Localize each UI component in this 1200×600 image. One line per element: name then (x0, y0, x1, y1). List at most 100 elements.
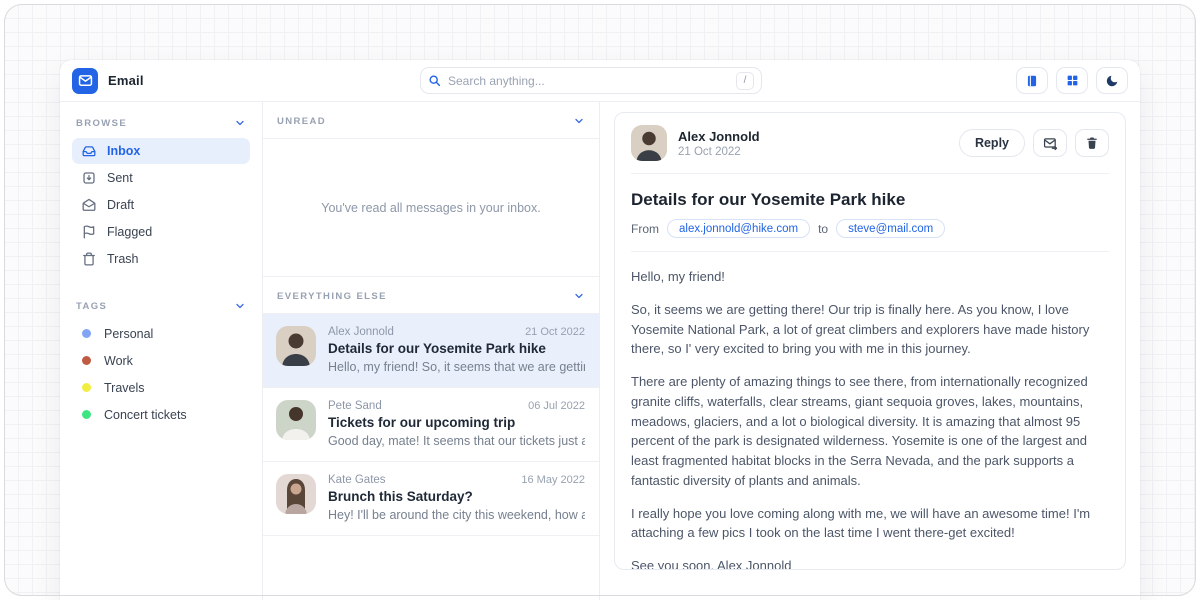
topbar-actions (1016, 67, 1128, 94)
search-icon (428, 74, 441, 87)
detail-header: Alex Jonnold 21 Oct 2022 Reply (631, 125, 1109, 173)
email-app-window: Email Search anything... / (60, 60, 1140, 600)
email-preview: Good day, mate! It seems that our ticket… (328, 434, 585, 448)
to-email-pill[interactable]: steve@mail.com (836, 219, 945, 238)
unread-section-header: UNREAD (263, 102, 599, 139)
everything-else-section-header: EVERYTHING ELSE (263, 276, 599, 314)
email-subject: Brunch this Saturday? (328, 489, 585, 504)
tag-item-personal[interactable]: Personal (72, 320, 250, 347)
to-label: to (818, 222, 828, 236)
sidebar-item-label: Trash (107, 252, 139, 266)
email-date: 06 Jul 2022 (528, 400, 585, 412)
chevron-down-icon[interactable] (573, 115, 585, 127)
detail-date: 21 Oct 2022 (678, 146, 760, 158)
from-label: From (631, 222, 659, 236)
book-icon (1025, 74, 1039, 88)
chevron-down-icon[interactable] (234, 117, 246, 129)
email-preview: Hello, my friend! So, it seems that we a… (328, 360, 585, 374)
sidebar-item-inbox[interactable]: Inbox (72, 138, 250, 164)
sidebar-item-flagged[interactable]: Flagged (72, 219, 250, 245)
trash-icon (1085, 136, 1099, 150)
envelope-forward-icon (1043, 136, 1058, 151)
detail-sender-name: Alex Jonnold (678, 129, 760, 144)
tag-color-dot (82, 329, 91, 338)
sidebar: BROWSE Inbox Sent Draft Flagged (60, 102, 262, 600)
avatar (631, 125, 667, 161)
detail-sender-block: Alex Jonnold 21 Oct 2022 (678, 129, 760, 158)
email-summary: Kate Gates 16 May 2022 Brunch this Satur… (328, 474, 585, 522)
dark-mode-button[interactable] (1096, 67, 1128, 94)
inbox-icon (82, 144, 96, 158)
trash-icon (82, 252, 96, 266)
email-subject: Details for our Yosemite Park hike (328, 341, 585, 356)
email-sender: Alex Jonnold (328, 326, 394, 338)
email-date: 16 May 2022 (521, 474, 585, 486)
everything-else-label: EVERYTHING ELSE (277, 291, 387, 302)
email-summary: Alex Jonnold 21 Oct 2022 Details for our… (328, 326, 585, 374)
email-preview: Hey! I'll be around the city this weeken… (328, 508, 585, 522)
body-paragraph: So, it seems we are getting there! Our t… (631, 300, 1109, 359)
body-paragraph: I really hope you love coming along with… (631, 504, 1109, 544)
detail-subject: Details for our Yosemite Park hike (631, 190, 1109, 210)
apps-grid-button[interactable] (1056, 67, 1088, 94)
flag-icon (82, 225, 96, 239)
browse-section-header: BROWSE (72, 115, 250, 137)
tag-label: Personal (104, 327, 153, 341)
from-email-pill[interactable]: alex.jonnold@hike.com (667, 219, 810, 238)
tag-item-work[interactable]: Work (72, 347, 250, 374)
email-list-item[interactable]: Alex Jonnold 21 Oct 2022 Details for our… (263, 314, 599, 388)
chevron-down-icon[interactable] (573, 290, 585, 302)
screen: Email Search anything... / (0, 0, 1200, 600)
email-sender: Kate Gates (328, 474, 386, 486)
sidebar-item-label: Flagged (107, 225, 152, 239)
tag-label: Concert tickets (104, 408, 187, 422)
forward-button[interactable] (1033, 129, 1067, 157)
email-summary: Pete Sand 06 Jul 2022 Tickets for our up… (328, 400, 585, 448)
email-list-item[interactable]: Kate Gates 16 May 2022 Brunch this Satur… (263, 462, 599, 536)
body-paragraph: Hello, my friend! (631, 267, 1109, 287)
email-subject: Tickets for our upcoming trip (328, 415, 585, 430)
unread-label: UNREAD (277, 116, 326, 127)
avatar (276, 474, 316, 514)
tag-item-travels[interactable]: Travels (72, 374, 250, 401)
tag-color-dot (82, 356, 91, 365)
reply-button[interactable]: Reply (959, 129, 1025, 157)
envelope-icon (78, 73, 93, 88)
book-button[interactable] (1016, 67, 1048, 94)
search-shortcut-badge: / (736, 72, 754, 90)
draft-icon (82, 198, 96, 212)
tag-label: Work (104, 354, 133, 368)
avatar (276, 400, 316, 440)
unread-empty-text: You've read all messages in your inbox. (321, 201, 540, 215)
email-date: 21 Oct 2022 (525, 326, 585, 338)
chevron-down-icon[interactable] (234, 300, 246, 312)
tag-item-concert-tickets[interactable]: Concert tickets (72, 401, 250, 428)
sidebar-item-draft[interactable]: Draft (72, 192, 250, 218)
email-list-item[interactable]: Pete Sand 06 Jul 2022 Tickets for our up… (263, 388, 599, 462)
tag-label: Travels (104, 381, 145, 395)
tags-label: TAGS (76, 301, 107, 312)
sidebar-item-sent[interactable]: Sent (72, 165, 250, 191)
main-layout: BROWSE Inbox Sent Draft Flagged (60, 102, 1140, 600)
email-sender: Pete Sand (328, 400, 382, 412)
avatar (276, 326, 316, 366)
tags-section: TAGS Personal Work Travels (72, 298, 250, 428)
apps-grid-icon (1066, 74, 1079, 87)
search-placeholder: Search anything... (448, 74, 736, 88)
top-bar: Email Search anything... / (60, 60, 1140, 102)
tag-color-dot (82, 410, 91, 419)
tag-color-dot (82, 383, 91, 392)
app-title: Email (108, 73, 144, 88)
sent-icon (82, 171, 96, 185)
unread-empty-state: You've read all messages in your inbox. (263, 139, 599, 276)
body-paragraph: See you soon, Alex Jonnold (631, 556, 1109, 570)
app-logo (72, 68, 98, 94)
browse-label: BROWSE (76, 118, 127, 129)
body-paragraph: There are plenty of amazing things to se… (631, 372, 1109, 491)
detail-actions: Reply (959, 129, 1109, 157)
search-input[interactable]: Search anything... / (420, 67, 762, 94)
email-list-column: UNREAD You've read all messages in your … (262, 102, 600, 600)
delete-button[interactable] (1075, 129, 1109, 157)
sidebar-item-trash[interactable]: Trash (72, 246, 250, 272)
email-detail-card: Alex Jonnold 21 Oct 2022 Reply (614, 112, 1126, 570)
